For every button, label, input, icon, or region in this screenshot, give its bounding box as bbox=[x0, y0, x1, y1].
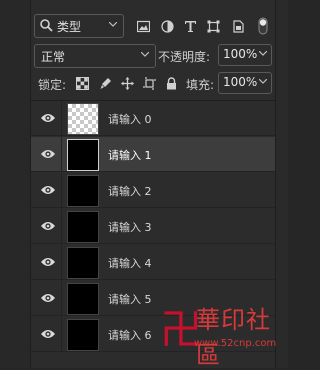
smart-object-filter-icon[interactable] bbox=[232, 20, 245, 33]
filter-kind-select[interactable]: 类型 bbox=[34, 14, 124, 38]
lock-fill-row: 锁定: 填充: 100% bbox=[31, 72, 275, 96]
fill-label: 填充: bbox=[186, 78, 215, 92]
visibility-separator bbox=[61, 245, 62, 280]
layer-name[interactable]: 请输入 5 bbox=[108, 291, 152, 307]
watermark-title: 華印社區 bbox=[196, 306, 271, 369]
eye-icon[interactable] bbox=[40, 148, 56, 160]
layer-row[interactable]: 请输入 2 bbox=[31, 173, 275, 208]
chevron-down-icon bbox=[109, 22, 117, 27]
layer-row[interactable]: 请输入 4 bbox=[31, 245, 275, 280]
fill-value: 100% bbox=[223, 75, 258, 89]
layer-row[interactable]: 请输入 3 bbox=[31, 209, 275, 244]
lock-all-icon[interactable] bbox=[165, 77, 178, 90]
chevron-down-icon bbox=[141, 52, 149, 57]
layer-thumbnail[interactable] bbox=[67, 283, 99, 315]
eye-icon[interactable] bbox=[40, 292, 56, 304]
layer-thumbnail[interactable] bbox=[67, 247, 99, 279]
shape-filter-icon[interactable] bbox=[207, 20, 220, 33]
layer-name[interactable]: 请输入 0 bbox=[108, 111, 152, 127]
layer-thumbnail[interactable] bbox=[67, 139, 99, 171]
eye-icon[interactable] bbox=[40, 328, 56, 340]
visibility-separator bbox=[61, 209, 62, 244]
eye-icon[interactable] bbox=[40, 256, 56, 268]
filter-toggle-icon[interactable] bbox=[258, 17, 268, 35]
blend-mode-select[interactable]: 正常 bbox=[34, 44, 156, 68]
layer-name[interactable]: 请输入 3 bbox=[108, 219, 152, 235]
layer-thumbnail[interactable] bbox=[67, 175, 99, 207]
image-filter-icon[interactable] bbox=[137, 20, 150, 33]
watermark-logo: 卍 華印社區 www.52cnp.com bbox=[156, 296, 286, 369]
watermark-url: www.52cnp.com bbox=[194, 338, 277, 349]
layer-name[interactable]: 请输入 2 bbox=[108, 183, 152, 199]
layer-thumbnail[interactable] bbox=[67, 211, 99, 243]
filter-kind-label: 类型 bbox=[57, 20, 82, 34]
chevron-down-icon bbox=[259, 51, 267, 56]
visibility-separator bbox=[61, 101, 62, 136]
layer-thumbnail[interactable] bbox=[67, 103, 99, 135]
blend-mode-label: 正常 bbox=[41, 50, 66, 64]
layer-name[interactable]: 请输入 4 bbox=[108, 255, 152, 271]
layer-row[interactable]: 请输入 1 bbox=[31, 137, 275, 172]
layer-name[interactable]: 请输入 1 bbox=[108, 147, 152, 163]
lock-position-icon[interactable] bbox=[121, 77, 134, 90]
lock-artboard-icon[interactable] bbox=[143, 77, 156, 90]
layer-row[interactable]: 请输入 0 bbox=[31, 101, 275, 136]
left-dock-strip bbox=[0, 0, 31, 368]
filter-bar: 类型 bbox=[31, 8, 275, 38]
type-filter-icon[interactable] bbox=[184, 20, 197, 33]
search-icon bbox=[40, 19, 53, 32]
visibility-separator bbox=[61, 173, 62, 208]
opacity-label: 不透明度: bbox=[158, 50, 211, 64]
eye-icon[interactable] bbox=[40, 220, 56, 232]
eye-icon[interactable] bbox=[40, 112, 56, 124]
opacity-value: 100% bbox=[223, 47, 258, 61]
lock-label: 锁定: bbox=[38, 78, 67, 92]
visibility-separator bbox=[61, 317, 62, 352]
lock-paint-icon[interactable] bbox=[99, 77, 112, 90]
eye-icon[interactable] bbox=[40, 184, 56, 196]
fill-field[interactable]: 100% bbox=[218, 72, 272, 94]
opacity-field[interactable]: 100% bbox=[218, 44, 272, 66]
blend-opacity-row: 正常 不透明度: 100% bbox=[31, 44, 275, 68]
adjustment-filter-icon[interactable] bbox=[161, 20, 174, 33]
visibility-separator bbox=[61, 281, 62, 316]
layer-name[interactable]: 请输入 6 bbox=[108, 327, 152, 343]
chevron-down-icon bbox=[259, 79, 267, 84]
layer-thumbnail[interactable] bbox=[67, 319, 99, 351]
lock-transparent-icon[interactable] bbox=[76, 77, 89, 90]
visibility-separator bbox=[61, 137, 62, 172]
